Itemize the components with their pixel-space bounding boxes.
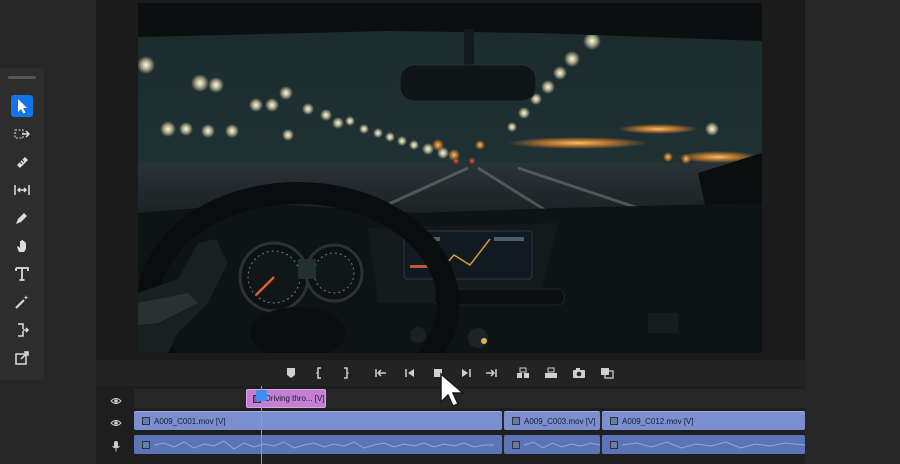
slip-icon xyxy=(14,185,30,195)
video-clip-label: A009_C001.mov [V] xyxy=(154,416,226,426)
mark-in-icon xyxy=(316,367,321,379)
go-to-in-button[interactable] xyxy=(373,365,389,381)
export-frame-tool[interactable] xyxy=(11,347,33,369)
title-clip-label: Driving thro... [V] xyxy=(265,394,325,403)
fx-badge-icon xyxy=(610,417,618,425)
overwrite-icon xyxy=(545,367,557,378)
audio-clip[interactable] xyxy=(602,435,805,454)
tools-panel xyxy=(0,68,44,380)
overwrite-button[interactable] xyxy=(543,365,559,381)
microphone-icon[interactable] xyxy=(110,440,122,452)
pen-tool[interactable] xyxy=(11,207,33,229)
playhead-handle[interactable] xyxy=(256,390,267,401)
step-back-button[interactable] xyxy=(402,365,418,381)
go-to-out-icon xyxy=(486,369,497,377)
track-select-forward-tool[interactable] xyxy=(11,123,33,145)
slip-tool[interactable] xyxy=(11,179,33,201)
night-driving-frame xyxy=(138,3,762,353)
compare-icon xyxy=(601,368,614,379)
video-clip-label: A009_C012.mov [V] xyxy=(622,416,694,426)
insert-button[interactable] xyxy=(515,365,531,381)
add-marker-button[interactable] xyxy=(283,365,299,381)
audio-clip[interactable] xyxy=(504,435,600,454)
go-to-out-button[interactable] xyxy=(483,365,499,381)
hand-icon xyxy=(17,240,26,252)
title-track xyxy=(134,389,805,408)
right-panel xyxy=(805,0,900,464)
type-icon xyxy=(15,267,29,281)
track-select-forward-icon xyxy=(14,129,30,139)
premiere-editor: Driving thro... [V] A009_C001.mov [V] A0… xyxy=(0,0,900,464)
camera-icon xyxy=(573,368,585,378)
fx-badge-icon xyxy=(142,417,150,425)
fx-badge-icon xyxy=(512,417,520,425)
panel-grip[interactable] xyxy=(8,76,36,79)
comparison-view-button[interactable] xyxy=(599,365,615,381)
marker-icon xyxy=(287,368,295,378)
waveform xyxy=(524,441,600,448)
mouse-cursor-icon xyxy=(440,372,466,407)
share-icon xyxy=(15,351,29,365)
video-clip[interactable]: A009_C012.mov [V] xyxy=(602,411,805,430)
mark-in-button[interactable] xyxy=(311,365,327,381)
mark-out-icon xyxy=(344,367,349,379)
arrow-icon xyxy=(18,99,27,114)
waveform xyxy=(154,439,494,450)
track-select-icon xyxy=(18,323,30,337)
video-frame xyxy=(138,3,762,353)
go-to-in-icon xyxy=(375,369,386,377)
video-clip-label: A009_C003.mov [V] xyxy=(524,416,596,426)
eye-icon[interactable] xyxy=(110,395,122,407)
ripple-edit-tool[interactable] xyxy=(11,151,33,173)
export-frame-button[interactable] xyxy=(571,365,587,381)
video-clip[interactable]: A009_C001.mov [V] xyxy=(134,411,502,430)
razor-icon xyxy=(17,157,28,168)
fx-badge-icon xyxy=(512,440,520,449)
track-select-tool[interactable] xyxy=(11,319,33,341)
hand-tool[interactable] xyxy=(11,235,33,257)
magic-wand-tool[interactable] xyxy=(11,291,33,313)
step-back-icon xyxy=(405,369,414,377)
video-clip[interactable]: A009_C003.mov [V] xyxy=(504,411,600,430)
insert-icon xyxy=(517,367,529,378)
pen-icon xyxy=(16,213,27,224)
eye-icon[interactable] xyxy=(110,417,122,429)
magic-wand-icon xyxy=(15,295,29,309)
fx-badge-icon xyxy=(142,440,150,449)
type-tool[interactable] xyxy=(11,263,33,285)
fx-badge-icon xyxy=(610,440,618,449)
waveform xyxy=(622,441,805,448)
selection-tool[interactable] xyxy=(11,95,33,117)
audio-clip[interactable] xyxy=(134,435,502,454)
mark-out-button[interactable] xyxy=(338,365,354,381)
